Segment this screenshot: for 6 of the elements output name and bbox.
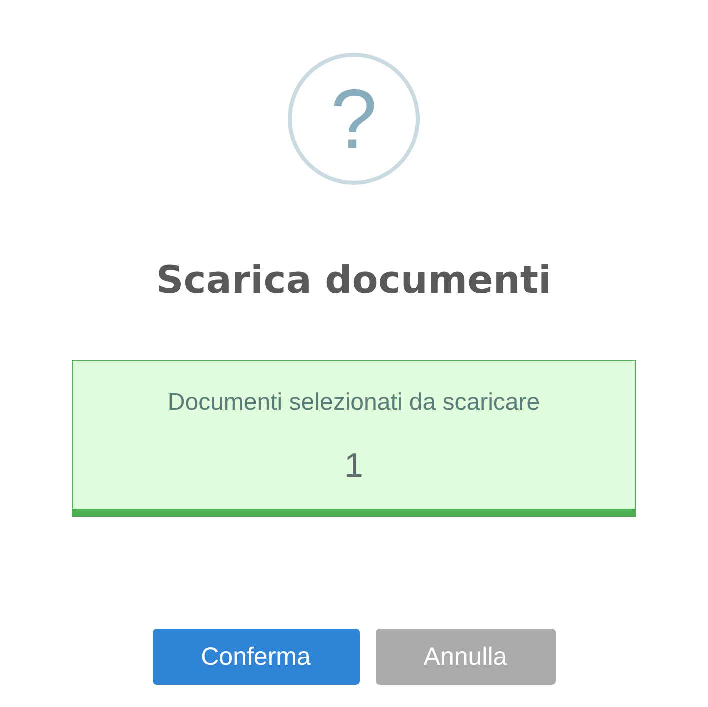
info-label: Documenti selezionati da scaricare <box>168 389 540 417</box>
cancel-button[interactable]: Annulla <box>376 629 556 685</box>
dialog-title: Scarica documenti <box>156 257 552 304</box>
document-count: 1 <box>344 447 364 486</box>
question-icon: ? <box>288 53 420 185</box>
confirm-button[interactable]: Conferma <box>152 629 360 685</box>
